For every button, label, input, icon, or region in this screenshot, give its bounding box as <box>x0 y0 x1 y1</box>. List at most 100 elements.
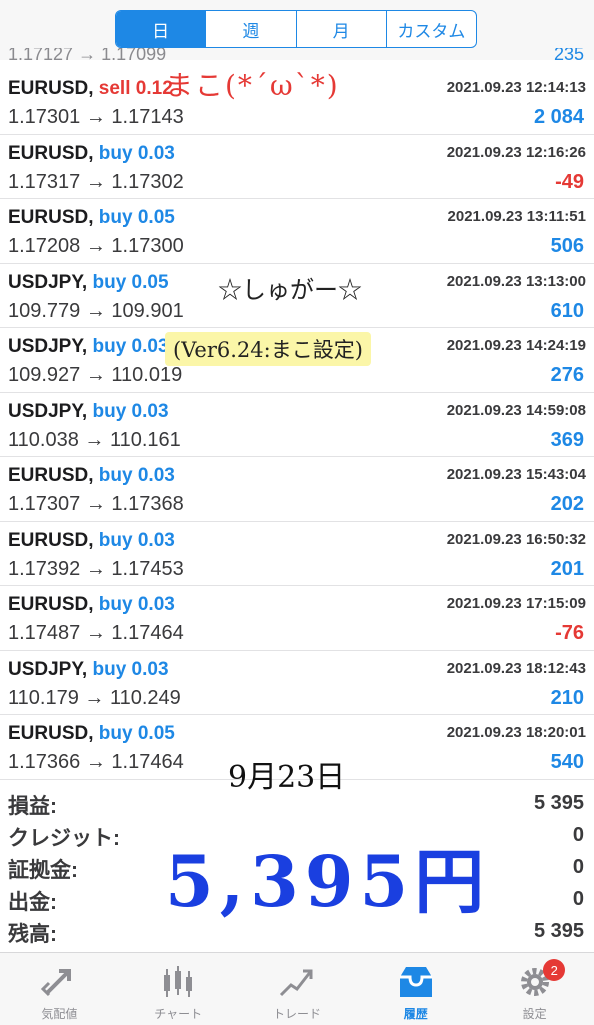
period-segmented-control: 日 週 月 カスタム <box>115 10 477 48</box>
trade-time: 2021.09.23 17:15:09 <box>446 595 586 612</box>
open-price: 1.17317 <box>8 170 81 193</box>
summary-label: 損益: <box>8 795 57 818</box>
close-price: 110.161 <box>109 428 181 451</box>
trade-symbol: EURUSD, buy 0.03 <box>8 465 175 487</box>
trade-side: buy 0.03 <box>99 530 175 551</box>
partial-row-prices: 1.17127 → 1.17099 <box>8 48 167 64</box>
handwritten-sugar-note: ☆しゅがー☆ <box>218 276 362 304</box>
trade-symbol: USDJPY, buy 0.03 <box>8 659 169 681</box>
side-text: buy <box>92 658 127 680</box>
trade-prices: 1.17392 → 1.17453 <box>8 557 184 580</box>
trade-side: buy 0.03 <box>92 659 168 680</box>
side-text: buy <box>98 465 133 486</box>
trade-time: 2021.09.23 14:24:19 <box>446 337 586 354</box>
lot-size: 0.03 <box>131 400 169 422</box>
side-text: buy <box>98 142 133 164</box>
tab-history[interactable]: 履歴 <box>356 953 475 1025</box>
trade-side: buy 0.03 <box>99 465 175 486</box>
trade-row[interactable]: USDJPY, buy 0.03 2021.09.23 18:12:43 110.1… <box>0 651 594 715</box>
trade-symbol: EURUSD, buy 0.05 <box>8 723 175 745</box>
trade-symbol: EURUSD, sell 0.12 <box>8 78 173 100</box>
trade-profit: 369 <box>550 428 584 451</box>
open-price: 1.17307 <box>8 493 81 515</box>
trade-profit: 610 <box>550 299 584 322</box>
trade-row[interactable]: USDJPY, buy 0.03 2021.09.23 14:59:08 110.0… <box>0 393 594 457</box>
side-text: buy <box>98 723 133 744</box>
trade-side: sell 0.12 <box>99 78 173 99</box>
trade-row[interactable]: EURUSD, buy 0.03 2021.09.23 17:15:09 1.174… <box>0 586 594 651</box>
tab-trade-label: トレード <box>272 1007 321 1021</box>
trade-row[interactable]: EURUSD, buy 0.03 2021.09.23 15:43:04 1.173… <box>0 457 594 522</box>
trade-row[interactable]: EURUSD, buy 0.03 2021.09.23 16:50:32 1.173… <box>0 522 594 586</box>
close-price: 110.249 <box>109 686 181 709</box>
close-price: 1.17302 <box>111 170 184 193</box>
trade-side: buy 0.03 <box>99 143 175 164</box>
tab-week[interactable]: 週 <box>205 11 295 47</box>
trade-time: 2021.09.23 13:11:51 <box>447 208 586 225</box>
trade-profit: 276 <box>550 364 584 386</box>
handwritten-version-note: (Ver6.24:まこ設定) <box>165 332 371 366</box>
trade-prices: 109.779 → 109.901 <box>8 299 184 322</box>
close-price: 1.17464 <box>111 622 184 644</box>
handwritten-name-note: まこ(*´ω`*) <box>165 69 340 102</box>
lot-size: 0.03 <box>137 142 175 164</box>
open-price: 109.779 <box>8 299 81 322</box>
summary-value: 0 <box>572 856 584 878</box>
trade-profit: 506 <box>550 235 584 257</box>
tab-quotes[interactable]: 気配値 <box>0 953 119 1025</box>
bottom-tab-bar: 気配値 チャート トレード 履歴 2 設定 <box>0 952 594 1025</box>
tab-day[interactable]: 日 <box>116 11 206 47</box>
tab-trade[interactable]: トレード <box>238 953 357 1025</box>
summary-value: 5 395 <box>533 920 584 942</box>
partial-row-profit: 235 <box>553 48 584 64</box>
open-price: 110.179 <box>8 686 79 709</box>
trade-side: buy 0.05 <box>92 272 168 293</box>
trade-profit: 210 <box>550 686 584 709</box>
trade-profit: -76 <box>555 622 584 644</box>
trade-row[interactable]: EURUSD, buy 0.03 2021.09.23 12:16:26 1.173… <box>0 135 594 199</box>
close-price: 1.17143 <box>111 106 184 128</box>
tab-settings[interactable]: 2 設定 <box>475 953 594 1025</box>
trade-side: buy 0.03 <box>92 336 168 357</box>
side-text: buy <box>92 271 127 293</box>
trade-profit: -49 <box>555 170 584 193</box>
summary-label: 証拠金: <box>8 859 78 882</box>
lot-size: 0.03 <box>137 529 175 551</box>
lot-size: 0.05 <box>137 207 175 228</box>
side-text: buy <box>98 207 133 228</box>
symbol-text: EURUSD, <box>8 594 94 615</box>
handwritten-date-note: 9月23日 <box>228 760 346 795</box>
trade-symbol: USDJPY, buy 0.05 <box>8 272 169 294</box>
trade-prices: 110.179 → 110.249 <box>8 686 181 709</box>
close-price: 109.901 <box>111 299 184 322</box>
trade-symbol: EURUSD, buy 0.05 <box>8 207 175 229</box>
open-price: 1.17301 <box>8 106 81 128</box>
lot-size: 0.05 <box>131 271 169 293</box>
trade-prices: 1.17317 → 1.17302 <box>8 170 184 193</box>
tab-custom[interactable]: カスタム <box>385 11 476 47</box>
quotes-icon <box>41 969 72 997</box>
tab-chart-label: チャート <box>154 1007 203 1021</box>
open-price: 1.17392 <box>8 557 81 580</box>
history-icon <box>399 967 432 997</box>
summary-value: 5 395 <box>533 792 584 814</box>
tab-settings-label: 設定 <box>522 1007 547 1021</box>
trade-time: 2021.09.23 13:13:00 <box>446 272 586 290</box>
trade-prices: 1.17301 → 1.17143 <box>8 106 184 128</box>
symbol-text: EURUSD, <box>8 78 94 99</box>
open-price: 1.17208 <box>8 235 81 257</box>
tab-chart[interactable]: チャート <box>119 953 238 1025</box>
side-text: buy <box>98 529 133 551</box>
settings-badge: 2 <box>543 959 566 981</box>
trade-time: 2021.09.23 18:12:43 <box>446 659 586 677</box>
symbol-text: USDJPY, <box>8 658 88 680</box>
tab-month[interactable]: 月 <box>295 11 386 47</box>
trade-symbol: EURUSD, buy 0.03 <box>8 530 175 552</box>
open-price: 110.038 <box>8 428 79 451</box>
trade-time: 2021.09.23 12:16:26 <box>446 143 586 161</box>
lot-size: 0.03 <box>131 658 169 680</box>
side-text: buy <box>92 336 127 357</box>
trade-profit: 202 <box>550 493 584 515</box>
trade-symbol: EURUSD, buy 0.03 <box>8 594 175 616</box>
trade-row[interactable]: EURUSD, buy 0.05 2021.09.23 13:11:51 1.172… <box>0 199 594 264</box>
